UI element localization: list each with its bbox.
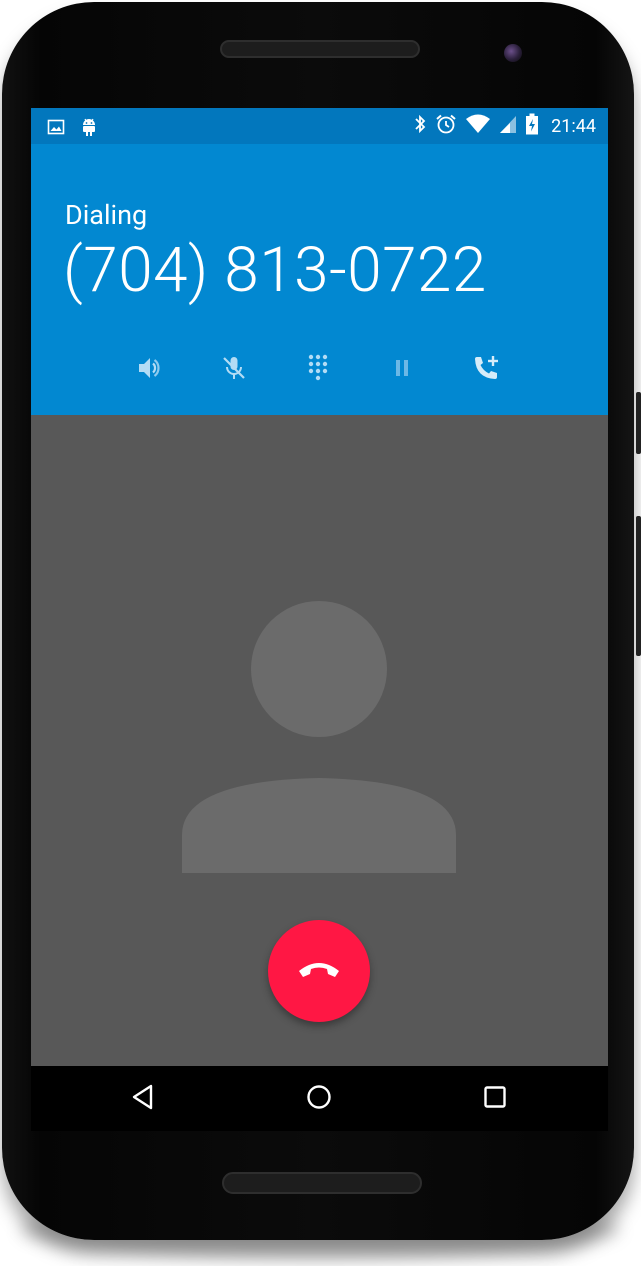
power-button[interactable] [636, 392, 641, 454]
status-system-icons: 21:44 [413, 113, 596, 139]
front-camera [504, 44, 522, 62]
bluetooth-icon [413, 114, 427, 138]
add-call-icon [471, 353, 501, 387]
dialpad-icon [303, 353, 333, 387]
phone-number: (704) 813-0722 [63, 234, 487, 307]
call-end-icon [295, 957, 343, 985]
mute-button[interactable] [216, 352, 252, 388]
recents-icon [482, 1084, 508, 1114]
end-call-button[interactable] [268, 920, 370, 1022]
call-state-label: Dialing [65, 199, 148, 231]
mic-off-icon [219, 353, 249, 387]
wifi-icon [465, 114, 491, 138]
speaker-button[interactable] [132, 352, 168, 388]
hold-button[interactable] [384, 352, 420, 388]
home-button[interactable] [304, 1084, 334, 1114]
navigation-bar [31, 1066, 608, 1131]
back-button[interactable] [128, 1084, 158, 1114]
volume-rocker[interactable] [636, 516, 641, 656]
screen: 21:44 Dialing (704) 813-0722 [31, 108, 608, 1131]
alarm-icon [435, 113, 457, 139]
recents-button[interactable] [480, 1084, 510, 1114]
image-icon [47, 118, 65, 140]
status-time: 21:44 [551, 115, 596, 137]
bottom-speaker [222, 1172, 422, 1194]
android-icon [81, 117, 97, 141]
call-header: Dialing (704) 813-0722 [31, 144, 608, 415]
back-icon [130, 1083, 156, 1115]
dialpad-button[interactable] [300, 352, 336, 388]
battery-charging-icon [525, 113, 539, 139]
call-controls [31, 352, 608, 392]
home-icon [305, 1083, 333, 1115]
speaker-icon [135, 353, 165, 387]
pause-icon [387, 353, 417, 387]
earpiece-speaker [220, 40, 420, 58]
status-notifications [47, 117, 97, 141]
add-call-button[interactable] [468, 352, 504, 388]
signal-icon [499, 114, 517, 138]
status-bar: 21:44 [31, 108, 608, 144]
